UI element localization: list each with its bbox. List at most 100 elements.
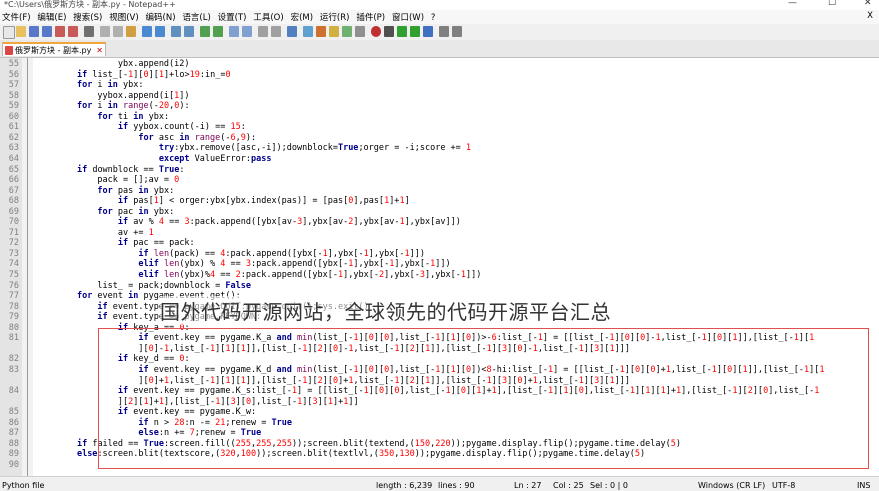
sync-h-icon[interactable] [242,26,252,37]
zoom-in-icon[interactable] [200,26,210,37]
code-line[interactable]: for asc in range(-6,9): [36,133,256,143]
indent-guide-icon[interactable] [287,26,297,37]
menu-tools[interactable]: 工具(O) [251,10,285,24]
close-document-button[interactable]: X [865,10,875,22]
code-line[interactable]: if n > 28:n -= 21;renew = True [36,418,292,428]
code-line[interactable]: for i in range(-20,0): [36,101,190,111]
tab-close-icon[interactable]: ✕ [96,44,103,57]
line-number: 76 [8,280,19,291]
code-editor[interactable]: 55 ybx.append(i2) 56 if list_[-1][0][1]+l… [0,58,879,476]
code-line[interactable]: for pac in ybx: [36,207,174,217]
code-line[interactable]: elif len(ybx) % 4 == 3:pack.append([ybx[… [36,259,450,269]
lang-icon[interactable] [303,26,313,37]
code-line[interactable]: if event.key == pygame.K_a and min(list_… [36,333,814,343]
menu-help[interactable]: ? [429,12,438,24]
undo-icon[interactable] [142,26,152,37]
code-line[interactable]: if event.key == pygame.K_d and min(list_… [36,365,824,375]
code-line[interactable]: for i in ybx: [36,80,144,90]
code-line[interactable]: for pas in ybx: [36,186,174,196]
code-line[interactable]: if len(pack) == 4:pack.append([ybx[-1],y… [36,249,425,259]
open-file-icon[interactable] [16,26,26,37]
code-line[interactable]: else:n += 7;renew = True [36,428,261,438]
menu-macro[interactable]: 宏(M) [289,10,315,24]
close-all-icon[interactable] [68,26,78,37]
close-window-button[interactable]: ✕ [864,0,872,8]
settings-icon[interactable] [452,26,462,37]
copy-icon[interactable] [113,26,123,37]
line-number: 56 [8,69,19,80]
status-eol[interactable]: Windows (CR LF) [698,481,765,490]
redo-icon[interactable] [155,26,165,37]
folder-workspace-icon[interactable] [342,26,352,37]
new-file-icon[interactable] [3,26,15,39]
code-line[interactable]: elif len(ybx)%4 == 2:pack.append([ybx[-1… [36,270,481,280]
spell-check-icon[interactable] [439,26,449,37]
paste-icon[interactable] [126,26,136,37]
menu-search[interactable]: 搜索(S) [71,10,104,24]
code-line[interactable]: if event.key == pygame.K_w: [36,407,256,417]
code-line[interactable]: av += 1 [36,228,154,238]
run-macro-multiple-icon[interactable] [410,26,420,37]
code-line[interactable]: try:ybx.remove([asc,-i]);downblock=True;… [36,143,471,153]
sync-v-icon[interactable] [229,26,239,37]
minimize-button[interactable]: — [788,0,797,8]
line-number: 66 [8,175,19,186]
tab-document[interactable]: 俄罗斯方块 - 副本.py ✕ [2,42,106,56]
save-icon[interactable] [29,26,39,37]
code-line[interactable]: if list_[-1][0][1]+lo>19:in_=0 [36,70,231,80]
code-line[interactable]: if key_d == 0: [36,354,190,364]
zoom-out-icon[interactable] [213,26,223,37]
play-macro-icon[interactable] [397,26,407,37]
code-line[interactable]: ][0]-1,list_[-1][1][1]],[list_[-1][2][0]… [36,344,630,354]
code-line[interactable]: yybox.append(i[1]) [36,91,189,101]
code-line[interactable]: except ValueError:pass [36,154,272,164]
save-macro-icon[interactable] [423,26,433,37]
replace-icon[interactable] [184,26,194,37]
status-length: length : 6,239 [376,481,433,490]
code-line[interactable]: ybx.append(i2) [36,59,190,69]
code-line[interactable]: if downblock == True: [36,165,185,175]
code-line[interactable]: ][2][1]+1],[list_[-1][3][0],list_[-1][3]… [36,397,359,407]
code-line[interactable]: ][0]+1,list_[-1][1][1]],[list_[-1][2][0]… [36,376,630,386]
stop-record-icon[interactable] [384,26,394,37]
status-encoding[interactable]: UTF-8 [772,481,795,490]
file-modified-icon [5,46,13,55]
doc-map-icon[interactable] [316,26,326,37]
menu-plugins[interactable]: 插件(P) [354,10,387,24]
menu-settings[interactable]: 设置(T) [216,10,249,24]
menu-run[interactable]: 运行(R) [318,10,352,24]
code-line[interactable]: for ti in ybx: [36,112,169,122]
word-wrap-icon[interactable] [258,26,268,37]
show-all-chars-icon[interactable] [271,26,281,37]
line-number: 65 [8,164,19,175]
line-number: 84 [8,386,19,397]
print-icon[interactable] [84,26,94,37]
menu-file[interactable]: 文件(F) [0,10,33,24]
code-line[interactable]: pack = [];av = 0 [36,175,179,185]
code-line[interactable]: list_ = pack;downblock = False [36,281,251,291]
code-line[interactable]: if event.key == pygame.K_s:list_[-1] = [… [36,386,819,396]
find-icon[interactable] [171,26,181,37]
line-number: 55 [8,59,19,69]
save-all-icon[interactable] [42,26,52,37]
code-line[interactable]: if av % 4 == 3:pack.append([ybx[av-3],yb… [36,217,461,227]
maximize-button[interactable]: ☐ [828,0,836,8]
line-number: 83 [8,364,19,375]
code-line[interactable]: if pac == pack: [36,238,195,248]
menu-edit[interactable]: 编辑(E) [35,10,68,24]
close-icon[interactable] [55,26,65,37]
menu-window[interactable]: 窗口(W) [390,10,426,24]
function-list-icon[interactable] [329,26,339,37]
menu-language[interactable]: 语言(L) [180,10,212,24]
cut-icon[interactable] [100,26,110,37]
menu-view[interactable]: 视图(V) [107,10,140,24]
monitoring-icon[interactable] [355,26,365,37]
menu-encoding[interactable]: 编码(N) [144,10,178,24]
record-macro-icon[interactable] [371,26,381,37]
code-line[interactable]: if pas[1] < orger:ybx[ybx.index(pas)] = … [36,196,410,206]
code-line[interactable]: if yybox.count(-i) == 15: [36,122,246,132]
status-sel: Sel : 0 | 0 [590,481,628,490]
code-line[interactable]: if failed == True:screen.fill((255,255,2… [36,439,681,449]
code-line[interactable]: else:screen.blit(textscore,(320,100));sc… [36,449,645,459]
status-insert-mode[interactable]: INS [857,481,870,490]
